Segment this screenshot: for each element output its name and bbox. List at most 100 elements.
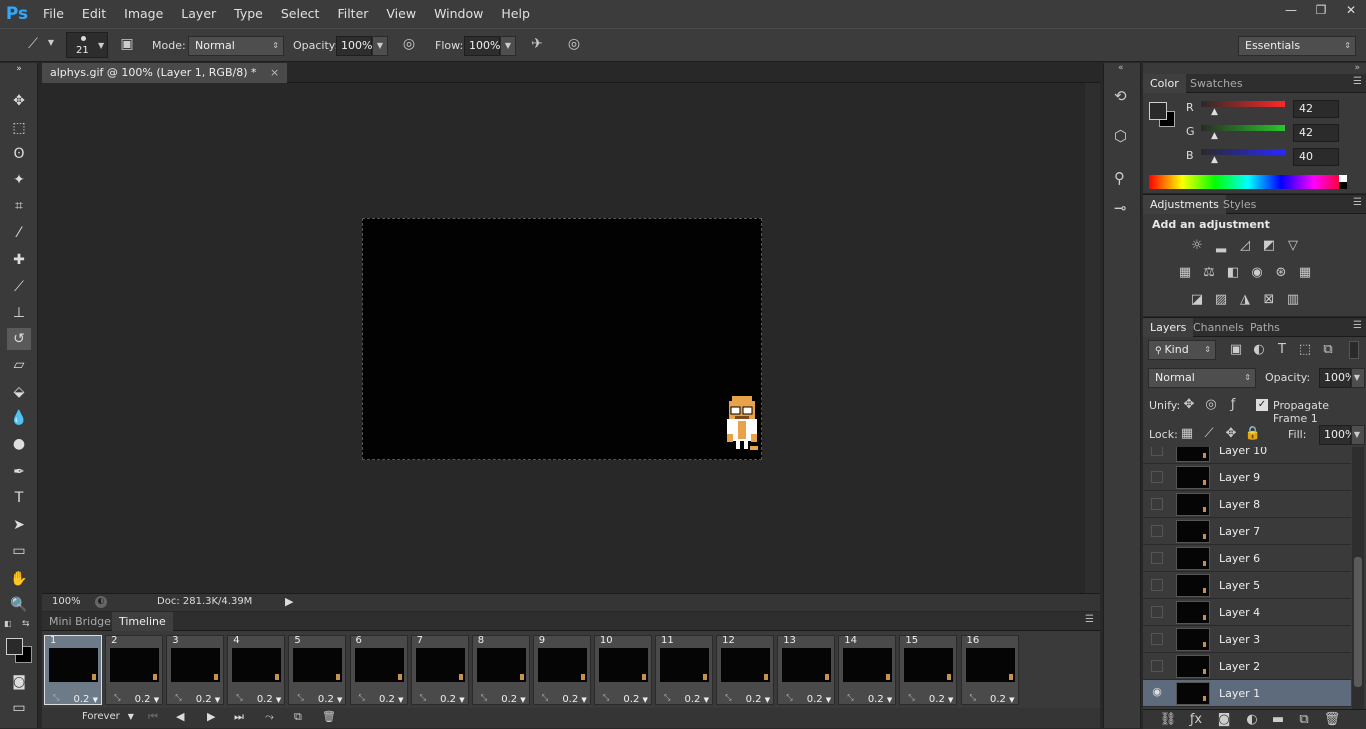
zoom-tool-icon[interactable]: 🔍	[7, 594, 31, 616]
filter-adjustment-icon[interactable]: ◐	[1250, 342, 1268, 358]
tool-preset-dropdown-icon[interactable]: ▼	[46, 38, 56, 47]
frame-disposal-icon[interactable]: ⤡	[725, 693, 731, 703]
white-swatch[interactable]	[1339, 175, 1347, 182]
timeline-frame[interactable]: 16 ⤡ 0.2 ▼	[960, 635, 1019, 705]
swap-colors-icon[interactable]: ⇆	[22, 619, 34, 629]
brush-tool-preset-icon[interactable]: ⟋	[20, 36, 46, 52]
timeline-frame[interactable]: 14 ⤡ 0.2 ▼	[838, 635, 897, 705]
frame-delay[interactable]: 0.2 ▼	[990, 694, 1014, 705]
document-tab[interactable]: alphys.gif @ 100% (Layer 1, RGB/8) * ×	[42, 63, 288, 83]
layer-opacity-dropdown[interactable]: ▼	[1351, 368, 1365, 388]
curves-icon[interactable]: ◿	[1236, 238, 1254, 254]
visibility-toggle[interactable]	[1151, 579, 1163, 591]
panel-menu-icon[interactable]: ☰	[1353, 76, 1362, 87]
eraser-tool-icon[interactable]: ▱	[7, 354, 31, 376]
blend-mode-select[interactable]: Normal ⇕	[1148, 368, 1256, 388]
frame-disposal-icon[interactable]: ⤡	[236, 693, 242, 703]
posterize-icon[interactable]: ▨	[1212, 292, 1230, 308]
brush-tool-icon[interactable]: ⟋	[7, 276, 31, 298]
levels-icon[interactable]: ▂	[1212, 238, 1230, 254]
timeline-frame[interactable]: 8 ⤡ 0.2 ▼	[471, 635, 530, 705]
timeline-frame[interactable]: 11 ⤡ 0.2 ▼	[655, 635, 713, 705]
tab-channels[interactable]: Channels	[1186, 318, 1251, 337]
filter-toggle[interactable]	[1349, 341, 1359, 359]
fill-dropdown[interactable]: ▼	[1351, 425, 1365, 445]
menu-item-view[interactable]: View	[377, 0, 425, 28]
filter-smart-object-icon[interactable]: ⧉	[1319, 342, 1337, 358]
close-tab-icon[interactable]: ×	[270, 66, 279, 79]
layer-row[interactable]: Layer 4	[1143, 599, 1351, 626]
r-slider-handle[interactable]: ▲	[1211, 107, 1218, 117]
hue-saturation-icon[interactable]: ▦	[1176, 265, 1194, 281]
flow-dropdown[interactable]: ▼	[500, 36, 516, 56]
collapse-icon[interactable]: »	[7, 63, 31, 75]
menu-item-help[interactable]: Help	[492, 0, 539, 28]
pressure-opacity-icon[interactable]: ◎	[398, 36, 420, 52]
frame-disposal-icon[interactable]: ⤡	[847, 693, 853, 703]
black-swatch[interactable]	[1339, 182, 1347, 189]
frame-delay[interactable]: 0.2 ▼	[807, 694, 831, 705]
layer-row[interactable]: Layer 6	[1143, 545, 1351, 572]
visibility-toggle[interactable]	[1151, 606, 1163, 618]
frame-disposal-icon[interactable]: ⤡	[603, 693, 609, 703]
layers-scrollbar-thumb[interactable]	[1354, 557, 1362, 687]
tab-adjustments[interactable]: Adjustments	[1143, 195, 1226, 214]
play-icon[interactable]: ▶	[207, 710, 215, 723]
new-layer-icon[interactable]: ⧉	[1295, 712, 1313, 728]
frame-delay[interactable]: 0.2 ▼	[318, 694, 342, 705]
path-selection-tool-icon[interactable]: ➤	[7, 514, 31, 536]
layers-scrollbar[interactable]	[1352, 447, 1364, 709]
tween-icon[interactable]: ⤳	[265, 710, 274, 724]
brush-panel-icon[interactable]: ⊸	[1114, 199, 1127, 217]
visibility-toggle[interactable]	[1151, 471, 1163, 483]
panel-menu-icon[interactable]: ☰	[1085, 614, 1094, 625]
timeline-frame[interactable]: 9 ⤡ 0.2 ▼	[532, 635, 591, 705]
quick-mask-icon[interactable]: ◙	[7, 671, 31, 693]
brush-panel-toggle-icon[interactable]: ▣	[116, 36, 138, 52]
minimize-button[interactable]: —	[1276, 0, 1306, 20]
hand-tool-icon[interactable]: ✋	[7, 568, 31, 590]
crop-tool-icon[interactable]: ⌗	[7, 195, 31, 217]
tab-color[interactable]: Color	[1143, 74, 1186, 93]
frame-disposal-icon[interactable]: ⤡	[359, 693, 365, 703]
layer-row[interactable]: Layer 10	[1143, 447, 1351, 464]
foreground-color-swatch[interactable]	[1149, 102, 1167, 120]
exposure-icon[interactable]: ◩	[1260, 238, 1278, 254]
new-group-icon[interactable]: ▬	[1269, 712, 1287, 728]
magic-wand-tool-icon[interactable]: ✦	[7, 169, 31, 191]
unify-position-icon[interactable]: ✥	[1180, 397, 1198, 413]
frame-disposal-icon[interactable]: ⤡	[114, 693, 120, 703]
layer-row[interactable]: Layer 2	[1143, 653, 1351, 680]
frame-delay[interactable]: 0.2 ▼	[746, 694, 770, 705]
frame-delay[interactable]: 0.2 ▼	[135, 694, 159, 705]
healing-brush-tool-icon[interactable]: ✚	[7, 249, 31, 271]
threshold-icon[interactable]: ◮	[1236, 292, 1254, 308]
frame-disposal-icon[interactable]: ⤡	[175, 693, 181, 703]
filter-type-icon[interactable]: T	[1273, 342, 1291, 358]
frame-delay[interactable]: 0.2 ▼	[379, 694, 403, 705]
frame-delay[interactable]: 0.2 ▼	[929, 694, 953, 705]
menu-item-window[interactable]: Window	[425, 0, 492, 28]
propagate-checkbox[interactable]: ✓	[1256, 399, 1268, 411]
frame-delay[interactable]: 0.2 ▼	[196, 694, 220, 705]
foreground-color-swatch[interactable]	[6, 638, 23, 655]
layer-opacity-input[interactable]: 100%	[1319, 368, 1355, 388]
layer-row[interactable]: Layer 7	[1143, 518, 1351, 545]
frame-disposal-icon[interactable]: ⤡	[970, 693, 976, 703]
pen-tool-icon[interactable]: ✒	[7, 461, 31, 483]
airbrush-icon[interactable]: ✈	[526, 36, 548, 52]
status-info-icon[interactable]: ◐	[95, 596, 107, 608]
frame-disposal-icon[interactable]: ⤡	[53, 693, 59, 703]
g-value-input[interactable]: 42	[1293, 124, 1339, 142]
frame-delay[interactable]: 0.2 ▼	[257, 694, 281, 705]
b-value-input[interactable]: 40	[1293, 148, 1339, 166]
r-value-input[interactable]: 42	[1293, 100, 1339, 118]
zoom-level[interactable]: 100%	[52, 596, 81, 607]
layer-row[interactable]: Layer 9	[1143, 464, 1351, 491]
timeline-frame[interactable]: 1 ⤡ 0.2 ▼	[44, 635, 102, 705]
frame-disposal-icon[interactable]: ⤡	[481, 693, 487, 703]
visibility-toggle[interactable]	[1151, 498, 1163, 510]
black-white-icon[interactable]: ◧	[1224, 265, 1242, 281]
gradient-map-icon[interactable]: ▥	[1284, 292, 1302, 308]
brush-size-picker[interactable]: 21 ▼	[66, 32, 108, 58]
